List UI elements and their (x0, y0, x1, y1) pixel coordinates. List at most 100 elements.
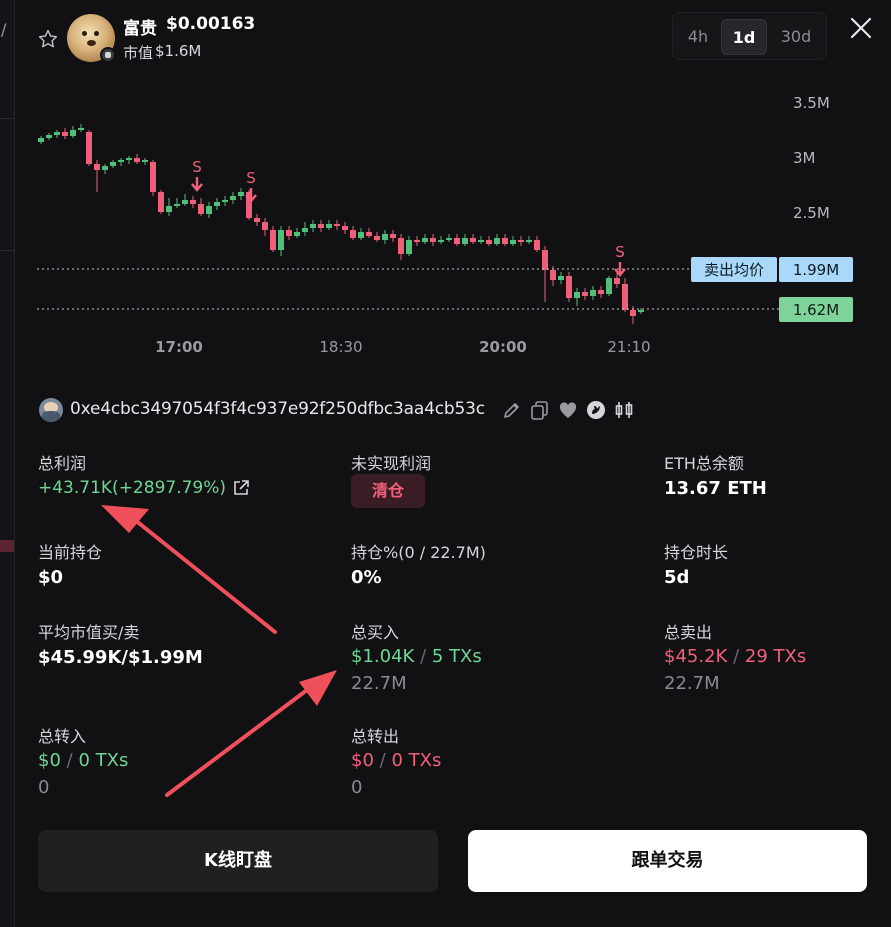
candle-body (534, 240, 540, 250)
holding-duration-value: 5d (664, 567, 690, 588)
candle-body (566, 276, 572, 298)
total-buy-amount: $1.04K (351, 646, 415, 667)
avg-sell-label: 卖出均价 (704, 261, 764, 279)
candle-body (334, 224, 340, 226)
current-value: 1.62M (793, 301, 839, 319)
candle-body (574, 292, 580, 298)
transfer-in-txs: 0 TXs (78, 750, 129, 771)
background-divider (0, 250, 14, 251)
candle-body (630, 310, 636, 316)
candle-body (622, 284, 628, 310)
total-sell-amount: $45.2K (664, 646, 728, 667)
token-name: 富贵 (123, 19, 157, 39)
candle-body (38, 138, 44, 142)
candle-body (182, 200, 188, 204)
total-buy-txs: 5 TXs (431, 646, 482, 667)
transfer-in-amount: $0 (38, 750, 61, 771)
candle-body (78, 128, 84, 130)
total-profit-label: 总利润 (38, 454, 87, 473)
transfer-out-amount: $0 (351, 750, 374, 771)
unrealized-profit-label: 未实现利润 (351, 454, 432, 473)
eth-balance-value: 13.67 ETH (664, 478, 767, 499)
candle-body (134, 158, 140, 162)
candle-body (326, 224, 332, 228)
chain-badge-icon (100, 47, 116, 63)
candle-body (286, 230, 292, 236)
wallet-address[interactable]: 0xe4cbc3497054f3f4c937e92f250dfbc3aa4cb5… (70, 399, 485, 419)
eth-balance-label: ETH总余额 (664, 454, 744, 473)
wallet-detail-modal: 富贵 $0.00163 市值 $1.6M 4h 1d 30d S S S 3.5… (14, 0, 891, 927)
candle-body (582, 292, 588, 296)
transfer-out-label: 总转出 (351, 727, 400, 746)
heart-icon[interactable] (557, 399, 579, 421)
token-price: $0.00163 (166, 14, 256, 34)
y-axis-tick: 3M (793, 149, 816, 167)
transfer-in-tokens: 0 (38, 777, 50, 798)
background-panel: / (0, 0, 14, 927)
total-sell-tokens: 22.7M (664, 673, 720, 694)
candle-body (94, 164, 100, 170)
sell-marker: S (614, 243, 626, 277)
twitter-icon[interactable] (585, 399, 607, 421)
candle-body (294, 232, 300, 236)
candle-body (510, 240, 516, 244)
candle-body (342, 226, 348, 230)
current-holding-value: $0 (38, 567, 64, 588)
edit-icon[interactable] (501, 399, 523, 421)
candlestick-icon[interactable] (613, 399, 635, 421)
timeframe-30d-button[interactable]: 30d (771, 19, 821, 55)
candle-body (262, 222, 268, 230)
kline-watch-button[interactable]: K线盯盘 (38, 830, 438, 892)
candle-body (366, 232, 372, 236)
sell-marker-label: S (246, 169, 256, 187)
candle-body (254, 218, 260, 222)
candle-body (470, 238, 476, 242)
market-cap-label: 市值 (123, 44, 154, 62)
total-sell-label: 总卖出 (664, 623, 713, 642)
holding-duration-label: 持仓时长 (664, 543, 729, 562)
copy-trade-button[interactable]: 跟单交易 (468, 830, 867, 892)
clear-position-badge: 清仓 (351, 474, 425, 508)
candle-body (406, 240, 412, 254)
total-sell-txs: 29 TXs (744, 646, 807, 667)
candle-body (238, 192, 244, 196)
star-icon[interactable] (37, 28, 59, 50)
timeframe-1d-button[interactable]: 1d (721, 19, 767, 55)
candle-body (614, 278, 620, 284)
timeframe-4h-button[interactable]: 4h (677, 19, 719, 55)
candle-body (142, 160, 148, 162)
candle-body (54, 132, 60, 135)
separator: / (379, 750, 386, 771)
avg-sell-value: 1.99M (793, 261, 839, 279)
candle-body (222, 200, 228, 202)
total-buy-summary: $1.04K / 5 TXs (351, 646, 482, 667)
external-link-icon[interactable] (231, 478, 251, 498)
candle-body (70, 130, 76, 136)
holding-percent-label: 持仓%(0 / 22.7M) (351, 543, 486, 562)
copy-icon[interactable] (529, 399, 551, 421)
candle-body (606, 278, 612, 294)
candle-body (558, 276, 564, 280)
candle-body (598, 290, 604, 294)
candle-body (550, 270, 556, 280)
close-icon[interactable] (847, 14, 875, 42)
y-axis-tick: 3.5M (793, 94, 830, 112)
candle-body (542, 250, 548, 270)
sell-marker-label: S (615, 243, 625, 261)
sell-marker: S (245, 169, 257, 203)
transfer-out-tokens: 0 (351, 777, 363, 798)
holding-percent-value: 0% (351, 567, 382, 588)
candle-body (438, 240, 444, 242)
candle-body (398, 238, 404, 254)
price-chart[interactable]: S S S 3.5M 3M 2.5M 卖出均价 1.99M 1.62M 17:0… (15, 80, 891, 370)
transfer-out-summary: $0 / 0 TXs (351, 750, 441, 771)
background-divider (0, 118, 14, 119)
annotation-arrow (165, 670, 337, 797)
avg-mcap-label: 平均市值买/卖 (38, 623, 140, 642)
candle-body (390, 234, 396, 238)
market-cap-value: $1.6M (155, 42, 202, 60)
candle-body (166, 206, 172, 212)
candle-body (310, 224, 316, 228)
candle-body (446, 238, 452, 240)
x-axis-tick: 17:00 (155, 338, 203, 356)
